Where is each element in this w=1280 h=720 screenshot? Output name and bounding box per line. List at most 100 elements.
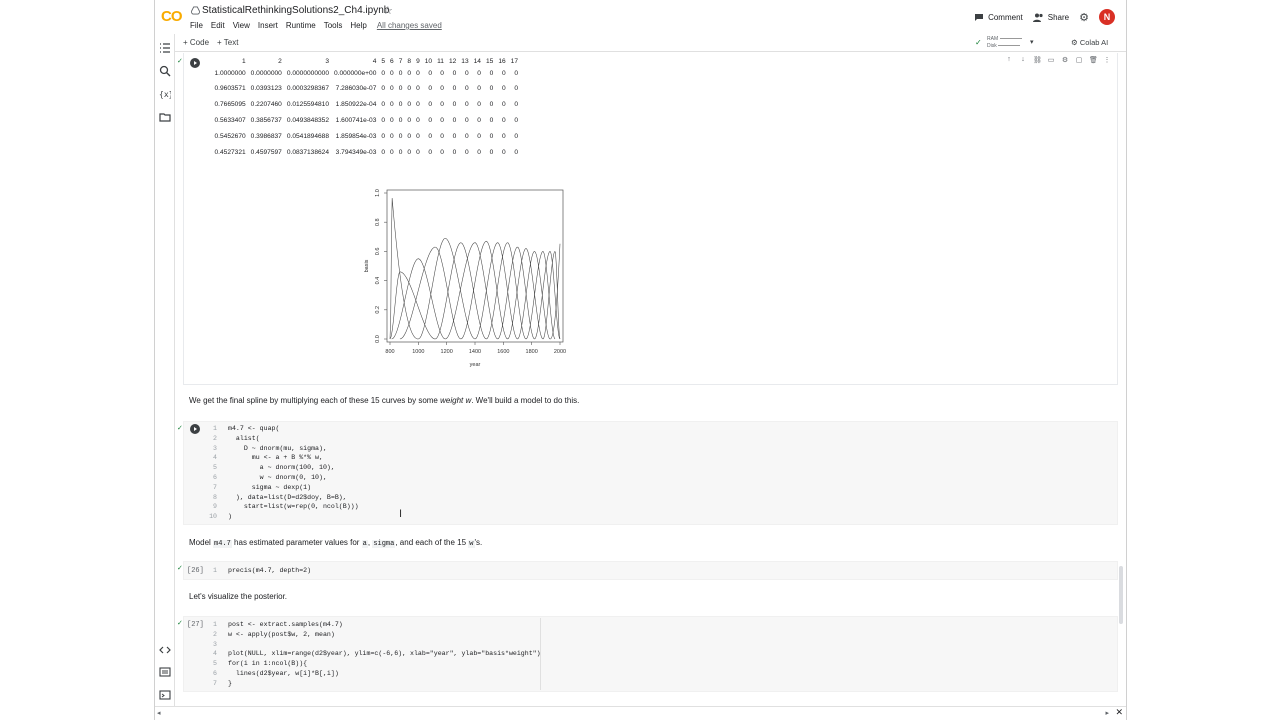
table-cell: 0: [477, 100, 481, 108]
code-editor[interactable]: post <- extract.samples(m4.7) w <- apply(…: [228, 620, 541, 689]
code-line[interactable]: m4.7 <- quap(: [228, 424, 359, 434]
move-up-icon[interactable]: ↑: [1005, 56, 1013, 64]
menu-insert[interactable]: Insert: [258, 21, 278, 30]
code-line[interactable]: D ~ dnorm(mu, sigma),: [228, 444, 359, 454]
line-number: 5: [213, 464, 217, 472]
code-line[interactable]: lines(d2$year, w[i]*B[,i]): [228, 669, 541, 679]
code-line[interactable]: ), data=list(D=d2$doy, B=B),: [228, 493, 359, 503]
scroll-left-icon[interactable]: ◂: [157, 709, 161, 717]
delete-icon[interactable]: 🗑: [1089, 56, 1098, 64]
variables-icon[interactable]: {x}: [159, 88, 171, 100]
add-code-button[interactable]: + Code: [183, 38, 209, 47]
markdown-cell-model: Model m4.7 has estimated parameter value…: [189, 538, 482, 548]
y-tick-label: 0.0: [375, 335, 381, 343]
search-icon[interactable]: [159, 65, 171, 77]
table-header-cell: 14: [473, 57, 481, 65]
table-header-cell: 12: [448, 57, 457, 65]
table-cell: 0.000000e+00: [334, 69, 377, 77]
run-cell-button[interactable]: [190, 424, 200, 434]
table-cell: 0: [390, 84, 394, 92]
y-axis-label: basis: [364, 259, 370, 272]
table-cell: 0.3986837: [250, 132, 282, 140]
table-cell: 0: [428, 84, 433, 92]
code-line[interactable]: [228, 640, 541, 650]
more-vert-icon[interactable]: ⋮: [1103, 56, 1111, 64]
scroll-right-icon[interactable]: ▸: [1105, 709, 1109, 717]
code-snippets-icon[interactable]: [159, 644, 171, 656]
executed-check-icon: ✓: [177, 620, 183, 627]
outer-margin-right: [1126, 0, 1280, 720]
colab-ai-button[interactable]: ⚙ Colab AI: [1071, 38, 1108, 47]
vertical-scrollbar[interactable]: [1119, 566, 1123, 624]
code-line[interactable]: start=list(w=rep(0, ncol(B))): [228, 502, 359, 512]
comment-cell-icon[interactable]: ▭: [1047, 56, 1055, 64]
notebook-toolbar: + Code + Text ✓ RAM Disk ▾ ⚙ Colab AI ︿: [175, 34, 1126, 52]
code-editor[interactable]: m4.7 <- quap( alist( D ~ dnorm(mu, sigma…: [228, 424, 359, 522]
runtime-dropdown-icon[interactable]: ▾: [1030, 38, 1034, 46]
table-header-cell: 16: [498, 57, 506, 65]
code-line[interactable]: sigma ~ dexp(1): [228, 483, 359, 493]
link-icon[interactable]: ⛓: [1033, 56, 1042, 64]
table-cell: 0: [477, 148, 481, 156]
runtime-resources[interactable]: ✓ RAM Disk: [975, 36, 1022, 50]
horizontal-scrollbar[interactable]: ◂ ▸ ✕: [155, 706, 1126, 720]
terminal-icon[interactable]: [159, 689, 171, 701]
run-cell-button[interactable]: [190, 58, 200, 68]
code-line[interactable]: alist(: [228, 434, 359, 444]
menu-tools[interactable]: Tools: [324, 21, 343, 30]
code-line[interactable]: post <- extract.samples(m4.7): [228, 620, 541, 630]
move-down-icon[interactable]: ↓: [1019, 56, 1027, 64]
text-cursor-icon: I: [399, 508, 403, 520]
menu-file[interactable]: File: [190, 21, 203, 30]
code-line[interactable]: a ~ dnorm(100, 10),: [228, 463, 359, 473]
notebook-title[interactable]: StatisticalRethinkingSolutions2_Ch4.ipyn…: [202, 5, 389, 16]
save-status-link[interactable]: All changes saved: [377, 21, 442, 30]
menu-runtime[interactable]: Runtime: [286, 21, 316, 30]
star-icon[interactable]: ☆: [383, 4, 393, 17]
colab-logo[interactable]: CO: [161, 8, 182, 25]
table-cell: 0: [398, 116, 403, 124]
table-cell: 0: [381, 69, 386, 77]
table-cell: 0: [440, 69, 444, 77]
table-cell: 0.0000000000: [286, 69, 330, 77]
table-header-cell: 15: [485, 57, 494, 65]
code-line[interactable]: }: [228, 679, 541, 689]
table-cell: 0: [416, 69, 420, 77]
code-line[interactable]: for(i in 1:ncol(B)){: [228, 659, 541, 669]
drive-icon[interactable]: [191, 6, 200, 15]
command-palette-icon[interactable]: [159, 666, 171, 678]
code-line[interactable]: w ~ dnorm(0, 10),: [228, 473, 359, 483]
code-line[interactable]: ): [228, 512, 359, 522]
table-cell: 0: [452, 148, 457, 156]
avatar[interactable]: N: [1099, 9, 1115, 25]
table-cell: 0.0837138624: [286, 148, 330, 156]
folder-icon[interactable]: [159, 111, 171, 123]
code-line[interactable]: w <- apply(post$w, 2, mean): [228, 630, 541, 640]
mirror-cell-icon[interactable]: ▢: [1075, 56, 1083, 64]
table-cell: 0: [416, 132, 420, 140]
comment-button[interactable]: Comment: [974, 13, 1023, 22]
add-text-button[interactable]: + Text: [217, 38, 238, 47]
table-cell: 0: [514, 116, 518, 124]
cell-toolbar: ↑ ↓ ⛓ ▭ ⚙ ▢ 🗑 ⋮: [1005, 56, 1111, 64]
code-cell-precis[interactable]: [183, 561, 1118, 580]
cell-settings-icon[interactable]: ⚙: [1061, 56, 1069, 64]
menu-view[interactable]: View: [233, 21, 250, 30]
gear-icon[interactable]: ⚙: [1079, 11, 1089, 24]
code-editor[interactable]: precis(m4.7, depth=2): [228, 566, 311, 576]
code-line[interactable]: mu <- a + B %*% w,: [228, 453, 359, 463]
code-line[interactable]: plot(NULL, xlim=range(d2$year), ylim=c(-…: [228, 649, 541, 659]
close-icon[interactable]: ✕: [1115, 707, 1123, 718]
md-text: has estimated parameter values for: [231, 538, 362, 547]
menu-edit[interactable]: Edit: [211, 21, 225, 30]
table-row: 0.4527321 0.4597597 0.0837138624 3.794349e-…: [207, 144, 521, 160]
table-of-contents-icon[interactable]: [159, 42, 171, 54]
line-number: 10: [209, 513, 217, 521]
table-cell: 0: [398, 148, 403, 156]
menu-help[interactable]: Help: [350, 21, 366, 30]
table-cell: 0: [440, 84, 444, 92]
share-button[interactable]: Share: [1032, 13, 1069, 22]
x-tick-label: 1600: [497, 349, 509, 355]
line-number: 4: [213, 650, 217, 658]
table-row: 1.0000000 0.0000000 0.0000000000 0.000000e+…: [207, 66, 521, 80]
